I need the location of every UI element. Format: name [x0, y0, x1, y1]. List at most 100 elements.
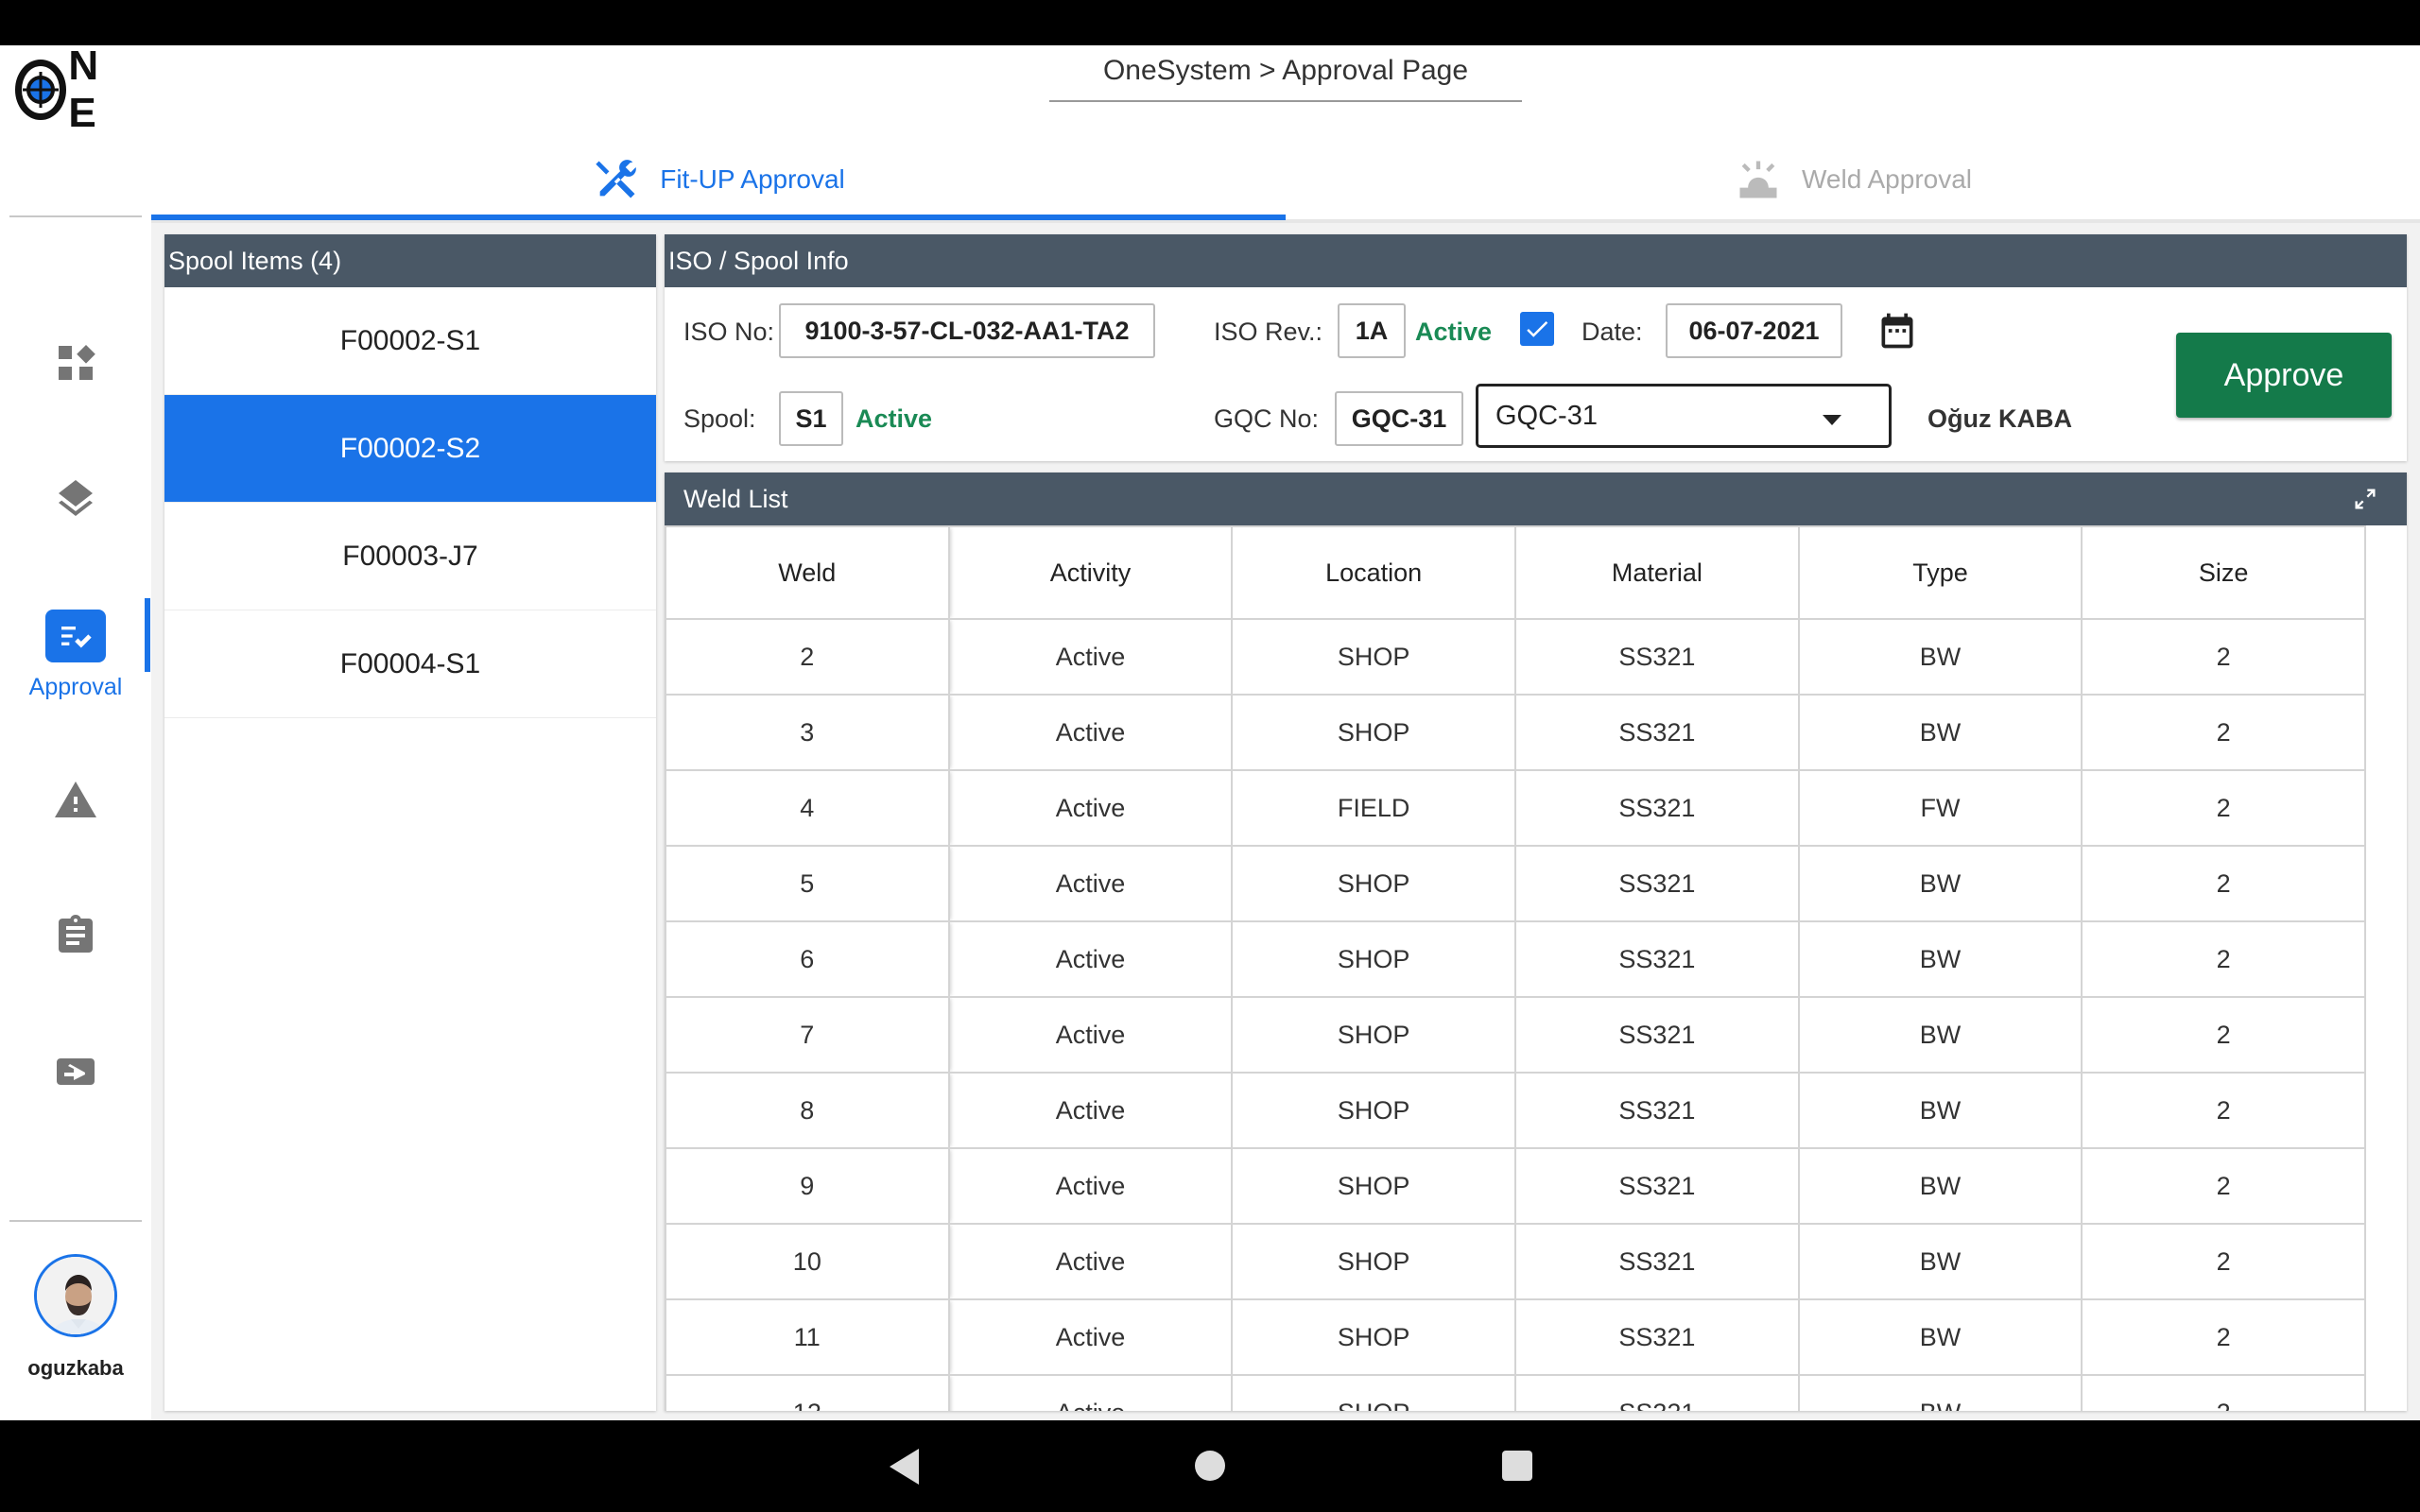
- approve-button[interactable]: Approve: [2176, 333, 2392, 418]
- user-avatar[interactable]: [34, 1254, 117, 1337]
- column-header[interactable]: Material: [1514, 525, 1800, 620]
- table-cell: SHOP: [1231, 694, 1517, 771]
- calendar-icon[interactable]: [1876, 310, 1918, 352]
- rail-item-approval[interactable]: Approval: [0, 593, 151, 716]
- table-cell: SHOP: [1231, 996, 1517, 1074]
- date-field[interactable]: 06-07-2021: [1666, 303, 1842, 358]
- spool-item[interactable]: F00003-J7: [164, 503, 656, 610]
- rail-item-transfer[interactable]: [0, 1020, 151, 1124]
- table-cell: SS321: [1514, 1147, 1800, 1225]
- table-cell: 2: [2081, 1298, 2366, 1376]
- rail-item-layers[interactable]: [0, 446, 151, 550]
- table-cell: BW: [1797, 1374, 2083, 1411]
- table-cell: 2: [2081, 1147, 2366, 1225]
- iso-rev-field[interactable]: 1A: [1338, 303, 1406, 358]
- gqc-no-field[interactable]: GQC-31: [1335, 391, 1463, 446]
- gqc-select[interactable]: GQC-31: [1476, 384, 1892, 448]
- table-cell: 2: [2081, 1223, 2366, 1300]
- table-row[interactable]: 12ActiveSHOPSS321BW2: [665, 1374, 2366, 1411]
- table-cell: SHOP: [1231, 618, 1517, 696]
- table-cell: FW: [1797, 769, 2083, 847]
- table-cell: SHOP: [1231, 920, 1517, 998]
- logo-text: N E: [68, 43, 105, 136]
- table-cell: Active: [947, 769, 1234, 847]
- chevron-down-icon: [1823, 415, 1841, 425]
- weld-list-title: Weld List: [683, 484, 788, 513]
- table-cell: Active: [947, 996, 1234, 1074]
- column-header[interactable]: Weld: [665, 525, 950, 620]
- table-cell: SS321: [1514, 996, 1800, 1074]
- approval-icon: [45, 609, 106, 662]
- spool-field[interactable]: S1: [779, 391, 843, 446]
- table-row[interactable]: 4 Active FIELD SS321 FW 2: [665, 769, 2366, 847]
- back-icon[interactable]: [887, 1446, 923, 1487]
- expand-icon[interactable]: [2352, 486, 2378, 512]
- tab-weld-approval[interactable]: Weld Approval: [1286, 140, 2420, 219]
- table-row[interactable]: 11 Active SHOP SS321 BW 2: [665, 1298, 2366, 1376]
- table-cell: SS321: [1514, 1072, 1800, 1149]
- column-header[interactable]: Activity: [947, 525, 1234, 620]
- table-cell: Active: [947, 1298, 1234, 1376]
- table-cell: BW: [1797, 845, 2083, 922]
- gqc-select-value: GQC-31: [1495, 400, 1598, 431]
- table-row[interactable]: 6 Active SHOP SS321 BW 2: [665, 920, 2366, 998]
- nav-rail: [0, 45, 151, 1420]
- iso-rev-label: ISO Rev.:: [1214, 318, 1323, 346]
- table-cell: BW: [1797, 618, 2083, 696]
- table-cell: SHOP: [1231, 845, 1517, 922]
- rail-item-label: Approval: [28, 673, 123, 700]
- approval-checkbox[interactable]: [1520, 312, 1554, 346]
- tools-icon: [596, 160, 637, 198]
- home-icon[interactable]: [1195, 1451, 1225, 1481]
- column-header[interactable]: Type: [1797, 525, 2083, 620]
- table-cell: 5: [665, 845, 950, 922]
- spool-item-selected[interactable]: F00002-S2: [164, 395, 656, 503]
- table-row[interactable]: 7 Active SHOP SS321 BW 2: [665, 996, 2366, 1074]
- rail-divider: [9, 215, 142, 217]
- table-row[interactable]: 9 Active SHOP SS321 BW 2: [665, 1147, 2366, 1225]
- table-cell: 2: [2081, 1072, 2366, 1149]
- table-cell: 6: [665, 920, 950, 998]
- table-row[interactable]: 10 Active SHOP SS321 BW 2: [665, 1223, 2366, 1300]
- spool-label: Spool:: [683, 404, 756, 433]
- spool-item[interactable]: F00002-S1: [164, 287, 656, 395]
- table-cell: SHOP: [1231, 1223, 1517, 1300]
- table-cell: 2: [2081, 618, 2366, 696]
- table-cell: 12: [665, 1374, 950, 1411]
- approver-name: Oğuz KABA: [1927, 404, 2072, 433]
- table-cell: BW: [1797, 1223, 2083, 1300]
- table-cell: Active: [947, 1374, 1234, 1411]
- table-row[interactable]: 2 Active SHOP SS321 BW 2: [665, 618, 2366, 696]
- weld-light-icon: [1739, 161, 1777, 198]
- table-cell: 2: [2081, 694, 2366, 771]
- tab-active-indicator: [151, 215, 1286, 220]
- table-cell: SHOP: [1231, 1298, 1517, 1376]
- table-row[interactable]: 3 Active SHOP SS321 BW 2: [665, 694, 2366, 771]
- spool-item[interactable]: F00004-S1: [164, 610, 656, 718]
- table-cell: BW: [1797, 996, 2083, 1074]
- table-cell: Active: [947, 845, 1234, 922]
- tab-label: Fit-UP Approval: [660, 164, 845, 194]
- table-cell: SS321: [1514, 845, 1800, 922]
- app-logo[interactable]: N E: [15, 43, 138, 136]
- rail-active-indicator: [145, 598, 150, 672]
- table-cell: SS321: [1514, 769, 1800, 847]
- weld-list-header: Weld List: [665, 472, 2407, 525]
- table-cell: 2: [2081, 920, 2366, 998]
- column-header[interactable]: Location: [1231, 525, 1517, 620]
- iso-no-field[interactable]: 9100-3-57-CL-032-AA1-TA2: [779, 303, 1155, 358]
- table-cell: SS321: [1514, 618, 1800, 696]
- rail-item-clipboard[interactable]: [0, 884, 151, 988]
- column-header[interactable]: Size: [2081, 525, 2366, 620]
- rail-item-dashboard[interactable]: [0, 311, 151, 415]
- recent-apps-icon[interactable]: [1502, 1451, 1532, 1481]
- table-cell: FIELD: [1231, 769, 1517, 847]
- table-cell: BW: [1797, 1072, 2083, 1149]
- tab-fitup-approval[interactable]: Fit-UP Approval: [151, 140, 1286, 219]
- date-label: Date:: [1582, 318, 1643, 346]
- table-row[interactable]: 8 Active SHOP SS321 BW 2: [665, 1072, 2366, 1149]
- rail-item-warning[interactable]: [0, 748, 151, 852]
- table-cell: Active: [947, 1223, 1234, 1300]
- table-row[interactable]: 5 Active SHOP SS321 BW 2: [665, 845, 2366, 922]
- table-cell: Active: [947, 1147, 1234, 1225]
